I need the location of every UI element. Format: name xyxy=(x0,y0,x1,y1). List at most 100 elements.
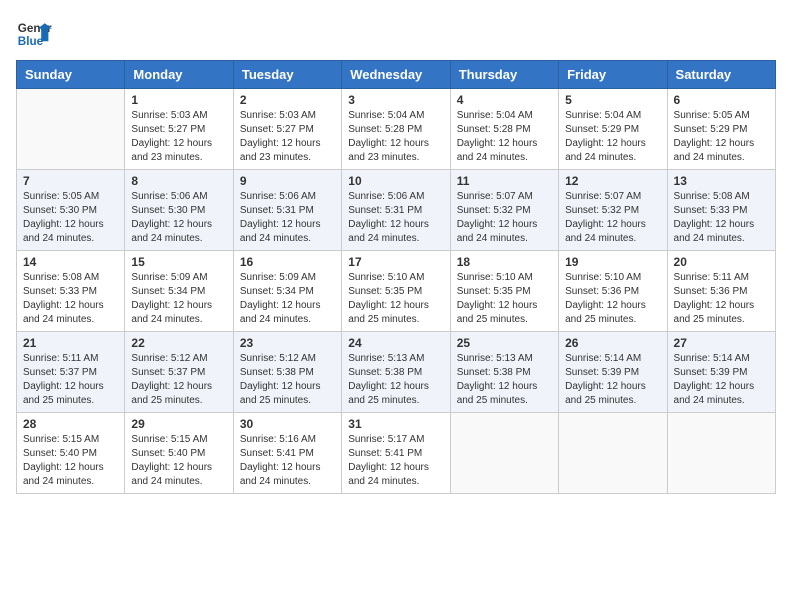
day-cell: 5 Sunrise: 5:04 AM Sunset: 5:29 PM Daylig… xyxy=(559,89,667,170)
day-cell: 15 Sunrise: 5:09 AM Sunset: 5:34 PM Dayli… xyxy=(125,251,233,332)
day-number: 26 xyxy=(565,336,660,350)
day-number: 20 xyxy=(674,255,769,269)
day-cell: 25 Sunrise: 5:13 AM Sunset: 5:38 PM Dayli… xyxy=(450,332,558,413)
day-number: 21 xyxy=(23,336,118,350)
day-cell: 28 Sunrise: 5:15 AM Sunset: 5:40 PM Dayli… xyxy=(17,413,125,494)
day-number: 24 xyxy=(348,336,443,350)
day-cell: 18 Sunrise: 5:10 AM Sunset: 5:35 PM Dayli… xyxy=(450,251,558,332)
day-detail: Sunrise: 5:10 AM Sunset: 5:35 PM Dayligh… xyxy=(457,271,552,327)
day-cell: 16 Sunrise: 5:09 AM Sunset: 5:34 PM Dayli… xyxy=(233,251,341,332)
day-detail: Sunrise: 5:16 AM Sunset: 5:41 PM Dayligh… xyxy=(240,433,335,489)
day-cell: 20 Sunrise: 5:11 AM Sunset: 5:36 PM Dayli… xyxy=(667,251,775,332)
day-cell: 10 Sunrise: 5:06 AM Sunset: 5:31 PM Dayli… xyxy=(342,170,450,251)
day-detail: Sunrise: 5:08 AM Sunset: 5:33 PM Dayligh… xyxy=(23,271,118,327)
day-cell: 9 Sunrise: 5:06 AM Sunset: 5:31 PM Daylig… xyxy=(233,170,341,251)
day-detail: Sunrise: 5:14 AM Sunset: 5:39 PM Dayligh… xyxy=(565,352,660,408)
day-number: 15 xyxy=(131,255,226,269)
day-detail: Sunrise: 5:15 AM Sunset: 5:40 PM Dayligh… xyxy=(23,433,118,489)
day-detail: Sunrise: 5:05 AM Sunset: 5:30 PM Dayligh… xyxy=(23,190,118,246)
day-detail: Sunrise: 5:13 AM Sunset: 5:38 PM Dayligh… xyxy=(457,352,552,408)
day-cell xyxy=(559,413,667,494)
day-cell: 21 Sunrise: 5:11 AM Sunset: 5:37 PM Dayli… xyxy=(17,332,125,413)
day-detail: Sunrise: 5:10 AM Sunset: 5:36 PM Dayligh… xyxy=(565,271,660,327)
day-cell: 1 Sunrise: 5:03 AM Sunset: 5:27 PM Daylig… xyxy=(125,89,233,170)
day-number: 12 xyxy=(565,174,660,188)
day-cell: 3 Sunrise: 5:04 AM Sunset: 5:28 PM Daylig… xyxy=(342,89,450,170)
day-detail: Sunrise: 5:06 AM Sunset: 5:30 PM Dayligh… xyxy=(131,190,226,246)
day-detail: Sunrise: 5:07 AM Sunset: 5:32 PM Dayligh… xyxy=(565,190,660,246)
day-detail: Sunrise: 5:09 AM Sunset: 5:34 PM Dayligh… xyxy=(131,271,226,327)
day-number: 10 xyxy=(348,174,443,188)
day-detail: Sunrise: 5:13 AM Sunset: 5:38 PM Dayligh… xyxy=(348,352,443,408)
day-detail: Sunrise: 5:06 AM Sunset: 5:31 PM Dayligh… xyxy=(348,190,443,246)
week-row-3: 14 Sunrise: 5:08 AM Sunset: 5:33 PM Dayli… xyxy=(17,251,776,332)
day-number: 23 xyxy=(240,336,335,350)
day-number: 2 xyxy=(240,93,335,107)
day-number: 16 xyxy=(240,255,335,269)
day-number: 6 xyxy=(674,93,769,107)
day-cell: 13Sunrise: 5:08 AM Sunset: 5:33 PM Dayli… xyxy=(667,170,775,251)
week-row-5: 28 Sunrise: 5:15 AM Sunset: 5:40 PM Dayli… xyxy=(17,413,776,494)
day-detail: Sunrise: 5:11 AM Sunset: 5:37 PM Dayligh… xyxy=(23,352,118,408)
day-cell: 23 Sunrise: 5:12 AM Sunset: 5:38 PM Dayli… xyxy=(233,332,341,413)
day-number: 9 xyxy=(240,174,335,188)
day-cell: 8 Sunrise: 5:06 AM Sunset: 5:30 PM Daylig… xyxy=(125,170,233,251)
week-row-4: 21 Sunrise: 5:11 AM Sunset: 5:37 PM Dayli… xyxy=(17,332,776,413)
day-cell xyxy=(667,413,775,494)
header-day-wednesday: Wednesday xyxy=(342,61,450,89)
logo-icon: General Blue xyxy=(16,16,52,52)
day-number: 30 xyxy=(240,417,335,431)
header-day-saturday: Saturday xyxy=(667,61,775,89)
day-number: 5 xyxy=(565,93,660,107)
day-detail: Sunrise: 5:10 AM Sunset: 5:35 PM Dayligh… xyxy=(348,271,443,327)
day-number: 1 xyxy=(131,93,226,107)
day-cell: 11Sunrise: 5:07 AM Sunset: 5:32 PM Dayli… xyxy=(450,170,558,251)
day-cell: 27Sunrise: 5:14 AM Sunset: 5:39 PM Dayli… xyxy=(667,332,775,413)
day-cell: 6 Sunrise: 5:05 AM Sunset: 5:29 PM Daylig… xyxy=(667,89,775,170)
day-number: 18 xyxy=(457,255,552,269)
logo: General Blue xyxy=(16,16,52,52)
day-cell: 14 Sunrise: 5:08 AM Sunset: 5:33 PM Dayli… xyxy=(17,251,125,332)
day-detail: Sunrise: 5:03 AM Sunset: 5:27 PM Dayligh… xyxy=(131,109,226,165)
day-detail: Sunrise: 5:05 AM Sunset: 5:29 PM Dayligh… xyxy=(674,109,769,165)
day-number: 22 xyxy=(131,336,226,350)
day-number: 8 xyxy=(131,174,226,188)
day-detail: Sunrise: 5:04 AM Sunset: 5:28 PM Dayligh… xyxy=(457,109,552,165)
day-detail: Sunrise: 5:06 AM Sunset: 5:31 PM Dayligh… xyxy=(240,190,335,246)
day-detail: Sunrise: 5:04 AM Sunset: 5:29 PM Dayligh… xyxy=(565,109,660,165)
day-detail: Sunrise: 5:11 AM Sunset: 5:36 PM Dayligh… xyxy=(674,271,769,327)
header-day-tuesday: Tuesday xyxy=(233,61,341,89)
day-number: 25 xyxy=(457,336,552,350)
day-number: 7 xyxy=(23,174,118,188)
day-detail: Sunrise: 5:03 AM Sunset: 5:27 PM Dayligh… xyxy=(240,109,335,165)
day-cell: 24 Sunrise: 5:13 AM Sunset: 5:38 PM Dayli… xyxy=(342,332,450,413)
day-number: 4 xyxy=(457,93,552,107)
day-number: 17 xyxy=(348,255,443,269)
day-detail: Sunrise: 5:09 AM Sunset: 5:34 PM Dayligh… xyxy=(240,271,335,327)
day-number: 19 xyxy=(565,255,660,269)
day-cell: 4 Sunrise: 5:04 AM Sunset: 5:28 PM Daylig… xyxy=(450,89,558,170)
day-detail: Sunrise: 5:12 AM Sunset: 5:38 PM Dayligh… xyxy=(240,352,335,408)
day-number: 27 xyxy=(674,336,769,350)
page-header: General Blue xyxy=(16,16,776,52)
svg-text:Blue: Blue xyxy=(18,35,44,48)
day-number: 28 xyxy=(23,417,118,431)
day-detail: Sunrise: 5:15 AM Sunset: 5:40 PM Dayligh… xyxy=(131,433,226,489)
day-cell: 30 Sunrise: 5:16 AM Sunset: 5:41 PM Dayli… xyxy=(233,413,341,494)
day-cell: 26 Sunrise: 5:14 AM Sunset: 5:39 PM Dayli… xyxy=(559,332,667,413)
header-day-thursday: Thursday xyxy=(450,61,558,89)
day-detail: Sunrise: 5:07 AM Sunset: 5:32 PM Dayligh… xyxy=(457,190,552,246)
day-detail: Sunrise: 5:17 AM Sunset: 5:41 PM Dayligh… xyxy=(348,433,443,489)
day-cell: 12 Sunrise: 5:07 AM Sunset: 5:32 PM Dayli… xyxy=(559,170,667,251)
day-number: 14 xyxy=(23,255,118,269)
header-day-friday: Friday xyxy=(559,61,667,89)
day-cell: 31Sunrise: 5:17 AM Sunset: 5:41 PM Dayli… xyxy=(342,413,450,494)
day-detail: Sunrise: 5:08 AM Sunset: 5:33 PM Dayligh… xyxy=(674,190,769,246)
day-number: 29 xyxy=(131,417,226,431)
day-detail: Sunrise: 5:12 AM Sunset: 5:37 PM Dayligh… xyxy=(131,352,226,408)
day-detail: Sunrise: 5:04 AM Sunset: 5:28 PM Dayligh… xyxy=(348,109,443,165)
day-cell xyxy=(17,89,125,170)
day-cell: 29 Sunrise: 5:15 AM Sunset: 5:40 PM Dayli… xyxy=(125,413,233,494)
week-row-1: 1 Sunrise: 5:03 AM Sunset: 5:27 PM Daylig… xyxy=(17,89,776,170)
day-number: 3 xyxy=(348,93,443,107)
